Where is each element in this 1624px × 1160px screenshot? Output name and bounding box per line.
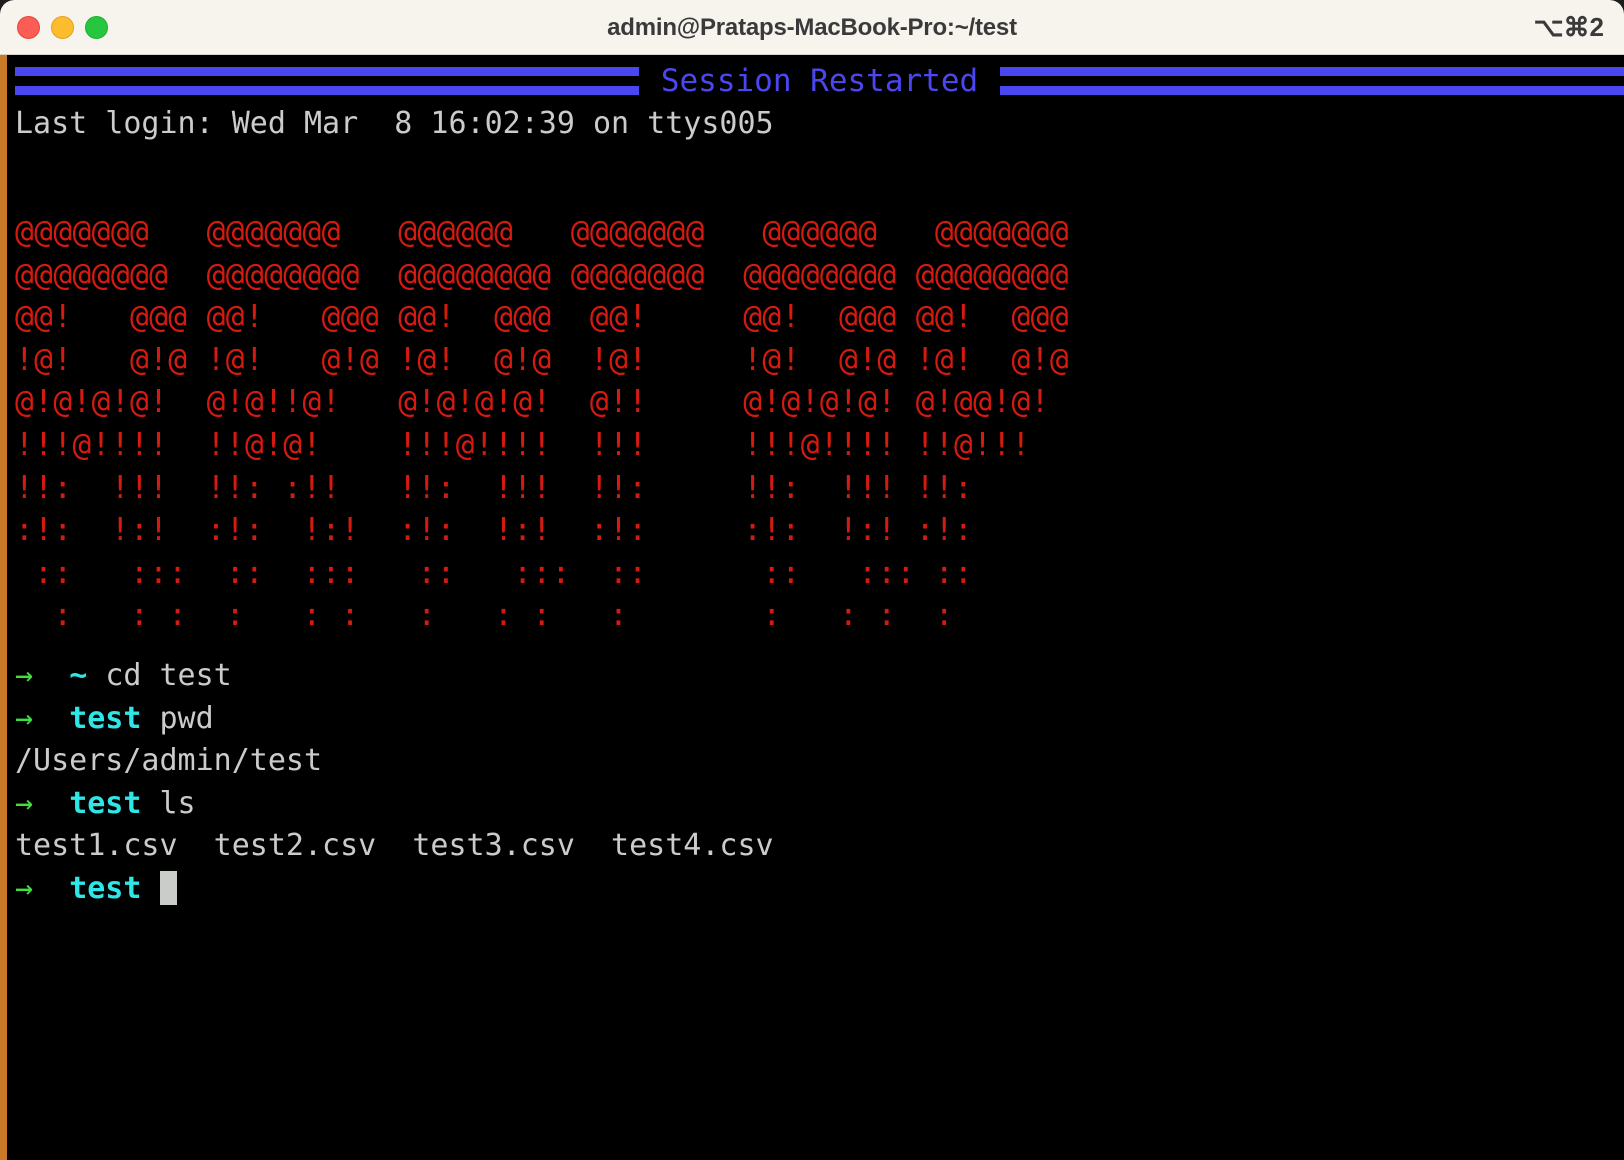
prompt-arrow-icon: →: [15, 658, 34, 693]
terminal-window: admin@Prataps-MacBook-Pro:~/test ⌥⌘2 Ses…: [0, 0, 1624, 1160]
prompt-command: ls: [159, 785, 196, 821]
prompt-arrow-icon: →: [15, 785, 34, 821]
output-line: /Users/admin/test: [15, 740, 1615, 783]
shell-session: → ~ cd test → test pwd/Users/admin/test → …: [15, 655, 1615, 910]
prompt-cwd: test: [69, 870, 142, 906]
banner-label: Session Restarted: [660, 63, 979, 99]
prompt-line[interactable]: → test pwd: [15, 698, 1615, 741]
prompt-cwd: test: [69, 785, 142, 821]
prompt-arrow-icon: →: [15, 870, 34, 906]
banner-rule-right: [1000, 66, 1624, 96]
prompt-command: pwd: [159, 700, 214, 736]
banner-rule-left: [15, 66, 639, 96]
prompt-command: cd test: [105, 658, 232, 693]
output-text: /Users/admin/test: [15, 743, 323, 778]
prompt-line[interactable]: → test: [15, 868, 1615, 911]
prompt-arrow-icon: →: [15, 700, 34, 736]
last-login-line: Last login: Wed Mar 8 16:02:39 on ttys00…: [15, 106, 774, 141]
prompt-cwd: test: [69, 700, 142, 736]
output-text: test1.csv test2.csv test3.csv test4.csv: [15, 828, 774, 863]
window-title: admin@Prataps-MacBook-Pro:~/test: [607, 14, 1017, 41]
session-restarted-banner: Session Restarted: [15, 59, 1624, 103]
prompt-line[interactable]: → ~ cd test: [15, 655, 1615, 698]
prompt-line[interactable]: → test ls: [15, 783, 1615, 826]
output-line: test1.csv test2.csv test3.csv test4.csv: [15, 825, 1615, 868]
ascii-art-banner: @@@@@@@ @@@@@@@ @@@@@@ @@@@@@@ @@@@@@ @@…: [15, 214, 1069, 634]
keyboard-shortcut-indicator: ⌥⌘2: [1533, 12, 1604, 42]
prompt-cwd: ~: [69, 658, 88, 693]
text-cursor: [159, 870, 177, 905]
window-titlebar: admin@Prataps-MacBook-Pro:~/test ⌥⌘2: [0, 0, 1624, 55]
terminal-content-area[interactable]: Session Restarted Last login: Wed Mar 8 …: [0, 55, 1624, 1160]
